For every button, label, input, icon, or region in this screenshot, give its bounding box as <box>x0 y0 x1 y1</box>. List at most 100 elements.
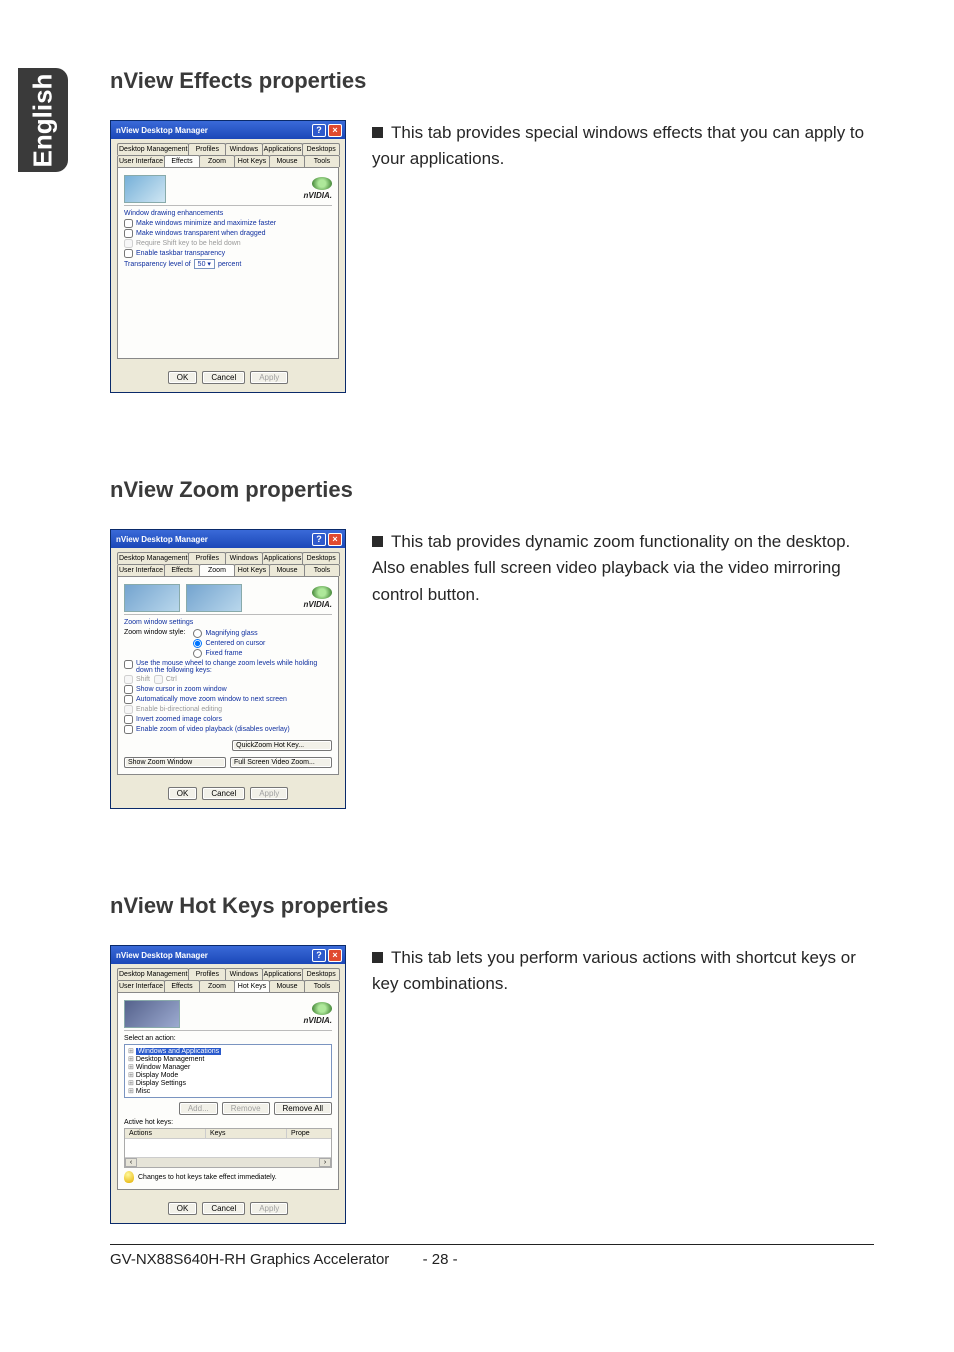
tab-user-interface[interactable]: User Interface <box>117 564 165 576</box>
scroll-right-icon[interactable]: › <box>319 1158 331 1167</box>
apply-button[interactable]: Apply <box>250 1202 288 1215</box>
close-button[interactable]: × <box>328 124 342 137</box>
tree-node[interactable]: Desktop Management <box>128 1055 328 1063</box>
chk-transparent-drag[interactable] <box>124 229 133 238</box>
tab-effects[interactable]: Effects <box>164 980 200 992</box>
tip-row: Changes to hot keys take effect immediat… <box>124 1171 332 1183</box>
tree-node[interactable]: Display Settings <box>128 1079 328 1087</box>
tree-node[interactable]: Display Mode <box>128 1071 328 1079</box>
apply-button[interactable]: Apply <box>250 787 288 800</box>
dialog-panel: nVIDIA. Zoom window settings Zoom window… <box>117 576 339 775</box>
tab-hot-keys[interactable]: Hot Keys <box>234 155 270 167</box>
footer-page-number: - 28 - <box>423 1251 458 1268</box>
tab-hot-keys[interactable]: Hot Keys <box>234 980 270 992</box>
tab-mouse[interactable]: Mouse <box>269 155 305 167</box>
tab-effects[interactable]: Effects <box>164 564 200 576</box>
chk-invert-colors[interactable] <box>124 715 133 724</box>
tab-zoom[interactable]: Zoom <box>199 980 235 992</box>
col-props: Prope <box>287 1129 331 1138</box>
tab-profiles[interactable]: Profiles <box>188 552 226 564</box>
chk-require-shift <box>124 239 133 248</box>
radio-fixed[interactable] <box>193 649 202 658</box>
nvidia-logo: nVIDIA. <box>304 586 332 609</box>
tab-zoom[interactable]: Zoom <box>199 564 235 576</box>
cancel-button[interactable]: Cancel <box>202 787 245 800</box>
cancel-button[interactable]: Cancel <box>202 371 245 384</box>
tab-tools[interactable]: Tools <box>304 980 340 992</box>
tree-node[interactable]: Window Manager <box>128 1063 328 1071</box>
tab-hot-keys[interactable]: Hot Keys <box>234 564 270 576</box>
tab-desktops[interactable]: Desktops <box>302 968 340 980</box>
page-footer: GV-NX88S640H-RH Graphics Accelerator - 2… <box>110 1251 874 1268</box>
tab-effects[interactable]: Effects <box>164 155 200 167</box>
hotkeys-list[interactable]: Actions Keys Prope ‹ › <box>124 1128 332 1168</box>
tab-user-interface[interactable]: User Interface <box>117 980 165 992</box>
tab-mouse[interactable]: Mouse <box>269 564 305 576</box>
chk-bidirectional <box>124 705 133 714</box>
tab-desktop-management[interactable]: Desktop Management <box>117 968 189 980</box>
close-button[interactable]: × <box>328 949 342 962</box>
ok-button[interactable]: OK <box>168 787 198 800</box>
chk-minimize-faster[interactable] <box>124 219 133 228</box>
tab-desktop-management[interactable]: Desktop Management <box>117 143 189 155</box>
tab-windows[interactable]: Windows <box>225 968 263 980</box>
close-button[interactable]: × <box>328 533 342 546</box>
chk-video-zoom[interactable] <box>124 725 133 734</box>
help-button[interactable]: ? <box>312 533 326 546</box>
tab-desktop-management[interactable]: Desktop Management <box>117 552 189 564</box>
tab-applications[interactable]: Applications <box>262 968 304 980</box>
apply-button[interactable]: Apply <box>250 371 288 384</box>
show-zoom-button[interactable]: Show Zoom Window <box>124 757 226 768</box>
chk-wheel-zoom[interactable] <box>124 660 133 669</box>
language-tab-label: English <box>28 73 59 167</box>
tab-mouse[interactable]: Mouse <box>269 980 305 992</box>
section-heading-hotkeys: nView Hot Keys properties <box>110 893 874 919</box>
quickzoom-hotkey-button[interactable]: QuickZoom Hot Key... <box>232 740 332 751</box>
zoom-dialog: nView Desktop Manager ? × Desktop Manage… <box>110 529 346 809</box>
zoom-style-label: Zoom window style: <box>124 628 185 659</box>
active-hotkeys-label: Active hot keys: <box>124 1119 332 1126</box>
tab-windows[interactable]: Windows <box>225 552 263 564</box>
help-button[interactable]: ? <box>312 949 326 962</box>
add-button[interactable]: Add... <box>179 1102 218 1115</box>
nvidia-logo: nVIDIA. <box>304 1002 332 1025</box>
chk-show-cursor[interactable] <box>124 685 133 694</box>
tab-user-interface[interactable]: User Interface <box>117 155 165 167</box>
hotkeys-description: This tab lets you perform various action… <box>372 945 874 998</box>
chk-auto-move[interactable] <box>124 695 133 704</box>
help-button[interactable]: ? <box>312 124 326 137</box>
action-tree[interactable]: Windows and Applications Desktop Managem… <box>124 1044 332 1098</box>
tab-applications[interactable]: Applications <box>262 552 304 564</box>
section-heading-effects: nView Effects properties <box>110 68 874 94</box>
ok-button[interactable]: OK <box>168 371 198 384</box>
radio-centered[interactable] <box>193 639 202 648</box>
tab-tools[interactable]: Tools <box>304 155 340 167</box>
chk-taskbar-transparency[interactable] <box>124 249 133 258</box>
tab-desktops[interactable]: Desktops <box>302 143 340 155</box>
tree-node[interactable]: Misc <box>128 1087 328 1095</box>
remove-button[interactable]: Remove <box>222 1102 270 1115</box>
radio-magnifying[interactable] <box>193 629 202 638</box>
bullet-icon <box>372 536 383 547</box>
dialog-title: nView Desktop Manager <box>116 535 208 544</box>
chk-ctrl <box>154 675 163 684</box>
full-screen-zoom-button[interactable]: Full Screen Video Zoom... <box>230 757 332 768</box>
tab-profiles[interactable]: Profiles <box>188 143 226 155</box>
remove-all-button[interactable]: Remove All <box>274 1102 332 1115</box>
scroll-left-icon[interactable]: ‹ <box>125 1158 137 1167</box>
tree-node[interactable]: Windows and Applications <box>128 1047 328 1055</box>
tab-windows[interactable]: Windows <box>225 143 263 155</box>
tab-applications[interactable]: Applications <box>262 143 304 155</box>
ok-button[interactable]: OK <box>168 1202 198 1215</box>
tab-desktops[interactable]: Desktops <box>302 552 340 564</box>
tab-zoom[interactable]: Zoom <box>199 155 235 167</box>
tab-profiles[interactable]: Profiles <box>188 968 226 980</box>
dialog-titlebar: nView Desktop Manager ? × <box>111 530 345 548</box>
tab-tools[interactable]: Tools <box>304 564 340 576</box>
transparency-spinner[interactable]: 50 ▾ <box>194 259 215 269</box>
horizontal-scrollbar[interactable]: ‹ › <box>125 1157 331 1167</box>
nvidia-eye-icon <box>312 177 332 190</box>
col-actions: Actions <box>125 1129 206 1138</box>
cancel-button[interactable]: Cancel <box>202 1202 245 1215</box>
preview-image <box>124 175 166 203</box>
